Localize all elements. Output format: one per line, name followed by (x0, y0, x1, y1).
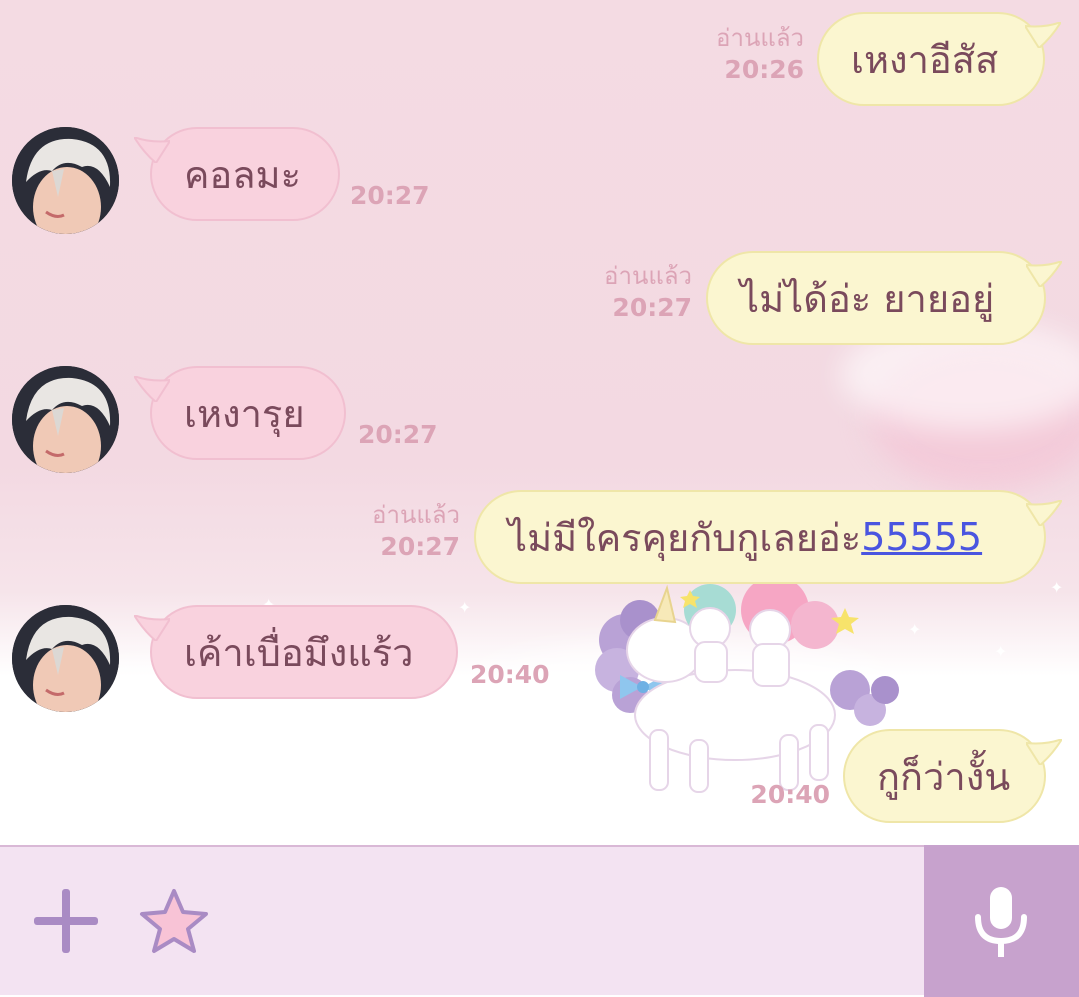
message-text: เค้าเบื่อมึงแร้ว (184, 630, 414, 675)
message-text: ไม่ได้อ่ะ ยายอยู่ (740, 276, 995, 321)
sparkle-icon: ✦ (570, 678, 584, 697)
message-time: 20:27 (612, 293, 692, 322)
read-receipt: อ่านแล้ว (372, 501, 460, 529)
avatar-image-icon (12, 605, 119, 712)
chat-area: ✦ ✦ ✦ ✦ ✦ ✦ (0, 0, 1079, 845)
read-receipt: อ่านแล้ว (604, 262, 692, 290)
message-time: 20:40 (470, 660, 550, 689)
message-meta: 20:27 (358, 419, 458, 451)
plus-icon (34, 889, 98, 953)
message-meta: 20:40 (700, 779, 830, 811)
message-link[interactable]: 55555 (861, 515, 982, 559)
contact-avatar[interactable] (12, 366, 119, 473)
message-text: กูก็ว่างั้น (877, 754, 1011, 799)
read-receipt: อ่านแล้ว (716, 24, 804, 52)
sparkle-icon: ✦ (458, 598, 472, 617)
contact-avatar[interactable] (12, 605, 119, 712)
microphone-icon (975, 887, 1027, 957)
message-text: เหงารุย (184, 391, 305, 436)
sparkle-icon: ✦ (994, 642, 1008, 661)
sparkle-icon: ✦ (1050, 578, 1064, 597)
plus-button[interactable] (32, 887, 100, 955)
message-bubble-outgoing[interactable]: เหงาอีสัส (817, 12, 1061, 106)
bubble-tail (1026, 261, 1062, 287)
message-meta: 20:40 (470, 659, 570, 691)
bubble-tail (1025, 22, 1061, 48)
message-time: 20:26 (724, 55, 804, 84)
input-bar (0, 845, 1079, 997)
message-meta: อ่านแล้ว 20:26 (674, 22, 804, 86)
message-time: 20:40 (750, 780, 830, 809)
message-time: 20:27 (350, 181, 430, 210)
message-bubble-incoming[interactable]: เค้าเบื่อมึงแร้ว (134, 605, 458, 699)
message-text: คอลมะ (184, 152, 301, 197)
bubble-tail (1026, 739, 1062, 765)
star-sticker-icon (140, 889, 208, 953)
message-text: ไม่มีใครคุยกับกูเลยอ่ะ (508, 515, 862, 560)
voice-message-button[interactable] (924, 845, 1079, 997)
message-time: 20:27 (380, 532, 460, 561)
bubble-tail (134, 376, 170, 402)
message-bubble-outgoing[interactable]: ไม่มีใครคุยกับกูเลยอ่ะ 55555 (474, 490, 1062, 584)
message-meta: 20:27 (350, 180, 450, 212)
bubble-tail (134, 137, 170, 163)
message-meta: อ่านแล้ว 20:27 (330, 499, 460, 563)
message-bubble-outgoing[interactable]: กูก็ว่างั้น (843, 729, 1062, 823)
avatar-image-icon (12, 366, 119, 473)
bubble-tail (1026, 500, 1062, 526)
sticker-button[interactable] (138, 887, 210, 955)
bubble-tail (134, 615, 170, 641)
message-bubble-outgoing[interactable]: ไม่ได้อ่ะ ยายอยู่ (706, 251, 1062, 345)
message-text: เหงาอีสัส (851, 37, 999, 82)
message-bubble-incoming[interactable]: เหงารุย (134, 366, 346, 460)
message-time: 20:27 (358, 420, 438, 449)
avatar-image-icon (12, 127, 119, 234)
message-bubble-incoming[interactable]: คอลมะ (134, 127, 340, 221)
contact-avatar[interactable] (12, 127, 119, 234)
message-meta: อ่านแล้ว 20:27 (562, 260, 692, 324)
